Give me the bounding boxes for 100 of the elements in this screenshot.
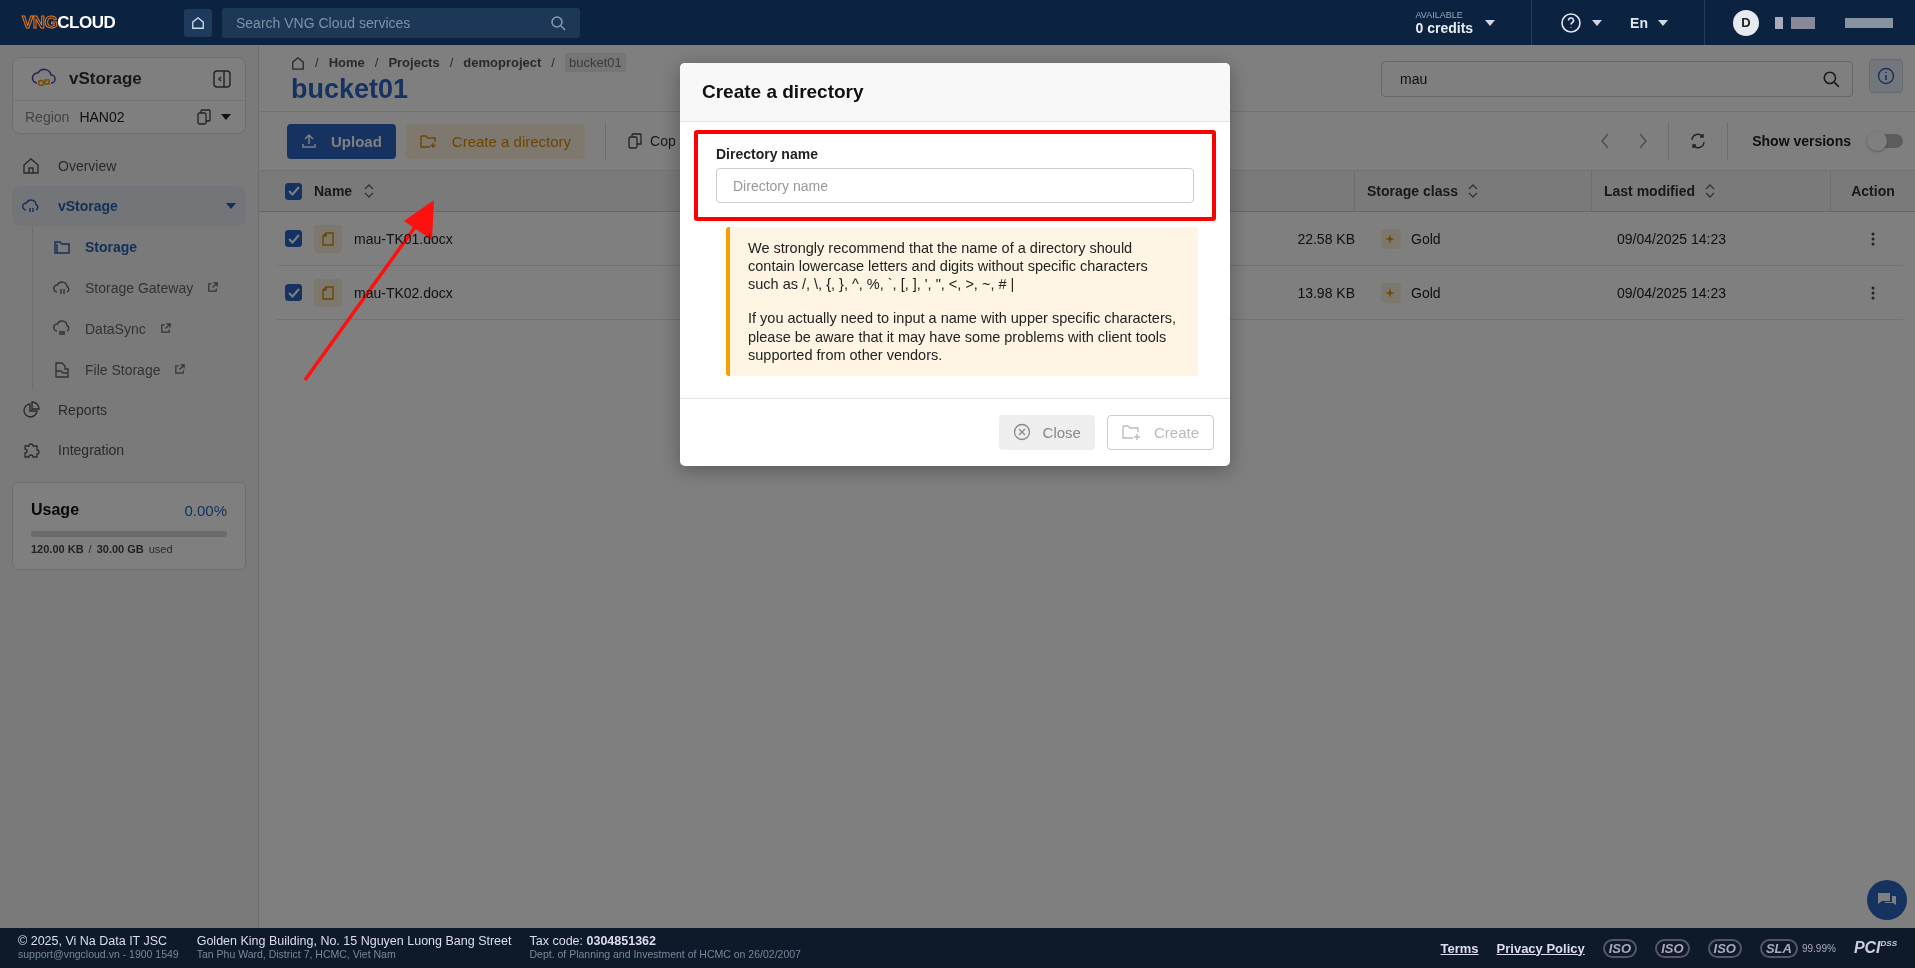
- cloud-icon: [22, 197, 40, 215]
- next-page-icon[interactable]: [1638, 133, 1649, 149]
- previous-page-icon[interactable]: [1600, 133, 1611, 149]
- external-link-icon: [174, 364, 186, 375]
- nav-item[interactable]: Reports: [12, 390, 246, 430]
- row-checkbox[interactable]: [285, 230, 302, 247]
- puzzle-icon: [22, 441, 40, 459]
- usage-title: Usage: [31, 501, 80, 519]
- breadcrumb-link[interactable]: Projects: [388, 55, 440, 70]
- sort-icon[interactable]: [364, 184, 375, 198]
- sparkle-icon: [1381, 228, 1401, 249]
- directory-name-field[interactable]: Directory name: [716, 168, 1194, 203]
- copy-icon[interactable]: [197, 109, 211, 125]
- search-icon: [550, 14, 566, 31]
- folder-plus-icon: [1121, 423, 1142, 442]
- footer-link[interactable]: Terms: [1440, 940, 1479, 956]
- redacted-name: [1845, 17, 1893, 28]
- dialog-title: Create a directory: [702, 81, 864, 102]
- certification-badge: ISO: [1707, 938, 1742, 958]
- home-icon[interactable]: [291, 55, 305, 70]
- bucket-title: bucket01: [291, 74, 410, 105]
- last-modified: 09/04/2025 14:23: [1617, 284, 1726, 301]
- credits-menu[interactable]: AVAILABLE 0 credits: [1415, 9, 1474, 36]
- external-link-icon: [207, 282, 219, 293]
- breadcrumb-separator: /: [551, 55, 555, 70]
- row-checkbox[interactable]: [285, 284, 302, 301]
- search-field[interactable]: mau: [1381, 61, 1853, 97]
- nav-subitem[interactable]: Storage: [45, 226, 246, 267]
- close-button[interactable]: Close: [998, 414, 1095, 450]
- nav-subitem[interactable]: File Storage: [45, 349, 246, 390]
- caret-icon[interactable]: [221, 114, 231, 120]
- usage-used: 120.00 KB: [31, 543, 84, 555]
- breadcrumb-link[interactable]: Home: [328, 55, 365, 70]
- notice-text: If you actually need to input a name with upper specific characters, please be aware that it may have some problems with client tools supported from other vendors.: [748, 309, 1176, 364]
- address-detail: Tan Phu Ward, District 7, HCMC, Viet Nam: [196, 949, 397, 961]
- check-icon: [287, 186, 300, 196]
- usage-total: 30.00 GB: [96, 543, 144, 555]
- breadcrumb-link[interactable]: demoproject: [463, 55, 542, 70]
- sparkle-icon: [1381, 282, 1401, 303]
- sync-icon: [53, 319, 71, 338]
- more-icon[interactable]: [1871, 231, 1875, 246]
- column-header[interactable]: Name: [314, 183, 353, 199]
- collapse-sidebar-icon[interactable]: [213, 70, 231, 88]
- nav-item[interactable]: Integration: [12, 430, 246, 470]
- column-header: Action: [1851, 183, 1895, 199]
- usage-separator: /: [88, 543, 92, 555]
- notice-text: We strongly recommend that the name of a directory should contain lowercase letters and digits without specific characters such as /, \, {, }, ^, %, `, [, ], ', ", <, >, ~, # |: [748, 239, 1149, 294]
- info-button[interactable]: [1869, 59, 1903, 93]
- copy-button[interactable]: Cop: [626, 133, 678, 149]
- footer-link[interactable]: Privacy Policy: [1496, 940, 1585, 956]
- upload-button[interactable]: Upload: [287, 123, 396, 159]
- caret-icon: [1485, 19, 1496, 26]
- company-name: © 2025, Vi Na Data IT JSC: [18, 935, 169, 950]
- region-label: Region: [25, 109, 70, 125]
- refresh-icon[interactable]: [1689, 132, 1708, 150]
- last-modified: 09/04/2025 14:23: [1617, 230, 1726, 247]
- nav-subitem[interactable]: DataSync: [45, 308, 246, 349]
- logo[interactable]: VNGCLOUD: [22, 12, 152, 33]
- search-icon: [1822, 70, 1840, 88]
- region-value[interactable]: HAN02: [79, 109, 187, 125]
- search-field[interactable]: Search VNG Cloud services: [222, 7, 580, 38]
- breadcrumb-link[interactable]: bucket01: [564, 53, 626, 72]
- home-icon: [191, 15, 205, 30]
- show-versions-label: Show versions: [1752, 133, 1851, 149]
- sort-icon[interactable]: [1468, 184, 1479, 198]
- info-icon: [1877, 67, 1895, 85]
- tax-note: Dept. of Planning and Investment of HCMC on 26/02/2007: [529, 949, 801, 961]
- usage-percent: 0.00%: [184, 501, 227, 519]
- breadcrumb-separator: /: [315, 55, 319, 70]
- external-link-icon: [159, 323, 171, 334]
- address: Golden King Building, No. 15 Nguyen Luong Bang Street: [196, 935, 512, 950]
- file-size: 13.98 KB: [1297, 284, 1355, 301]
- check-icon: [287, 287, 300, 298]
- certification-badge: SLA: [1759, 938, 1798, 958]
- column-header[interactable]: Last modified: [1604, 183, 1695, 199]
- nav-item[interactable]: Overview: [12, 146, 246, 186]
- pie-icon: [22, 401, 40, 419]
- select-all-checkbox[interactable]: [285, 182, 302, 200]
- show-versions-toggle[interactable]: [1869, 134, 1903, 148]
- field-label: Directory name: [716, 146, 819, 162]
- nav-subitem[interactable]: Storage Gateway: [45, 267, 246, 308]
- language-menu[interactable]: En: [1630, 14, 1648, 31]
- service-name: vStorage: [69, 69, 143, 89]
- check-icon: [287, 233, 300, 244]
- caret-icon: [1658, 19, 1668, 26]
- help-icon[interactable]: [1560, 11, 1583, 34]
- create-directory-button[interactable]: Create a directory: [405, 123, 586, 159]
- file-icon: [314, 278, 342, 307]
- sort-icon[interactable]: [1705, 184, 1715, 198]
- breadcrumb-separator: /: [449, 55, 454, 70]
- avatar[interactable]: D: [1733, 9, 1759, 36]
- cloud-icon: [53, 278, 71, 297]
- column-header[interactable]: Storage class: [1367, 183, 1459, 199]
- storage-class: Gold: [1411, 230, 1441, 247]
- close-circle-icon: [1012, 423, 1031, 442]
- file-icon: [314, 224, 342, 253]
- more-icon[interactable]: [1871, 285, 1875, 300]
- nav-item[interactable]: vStorage: [12, 186, 246, 226]
- certification-badge: ISO: [1602, 938, 1638, 958]
- home-button[interactable]: [184, 8, 212, 37]
